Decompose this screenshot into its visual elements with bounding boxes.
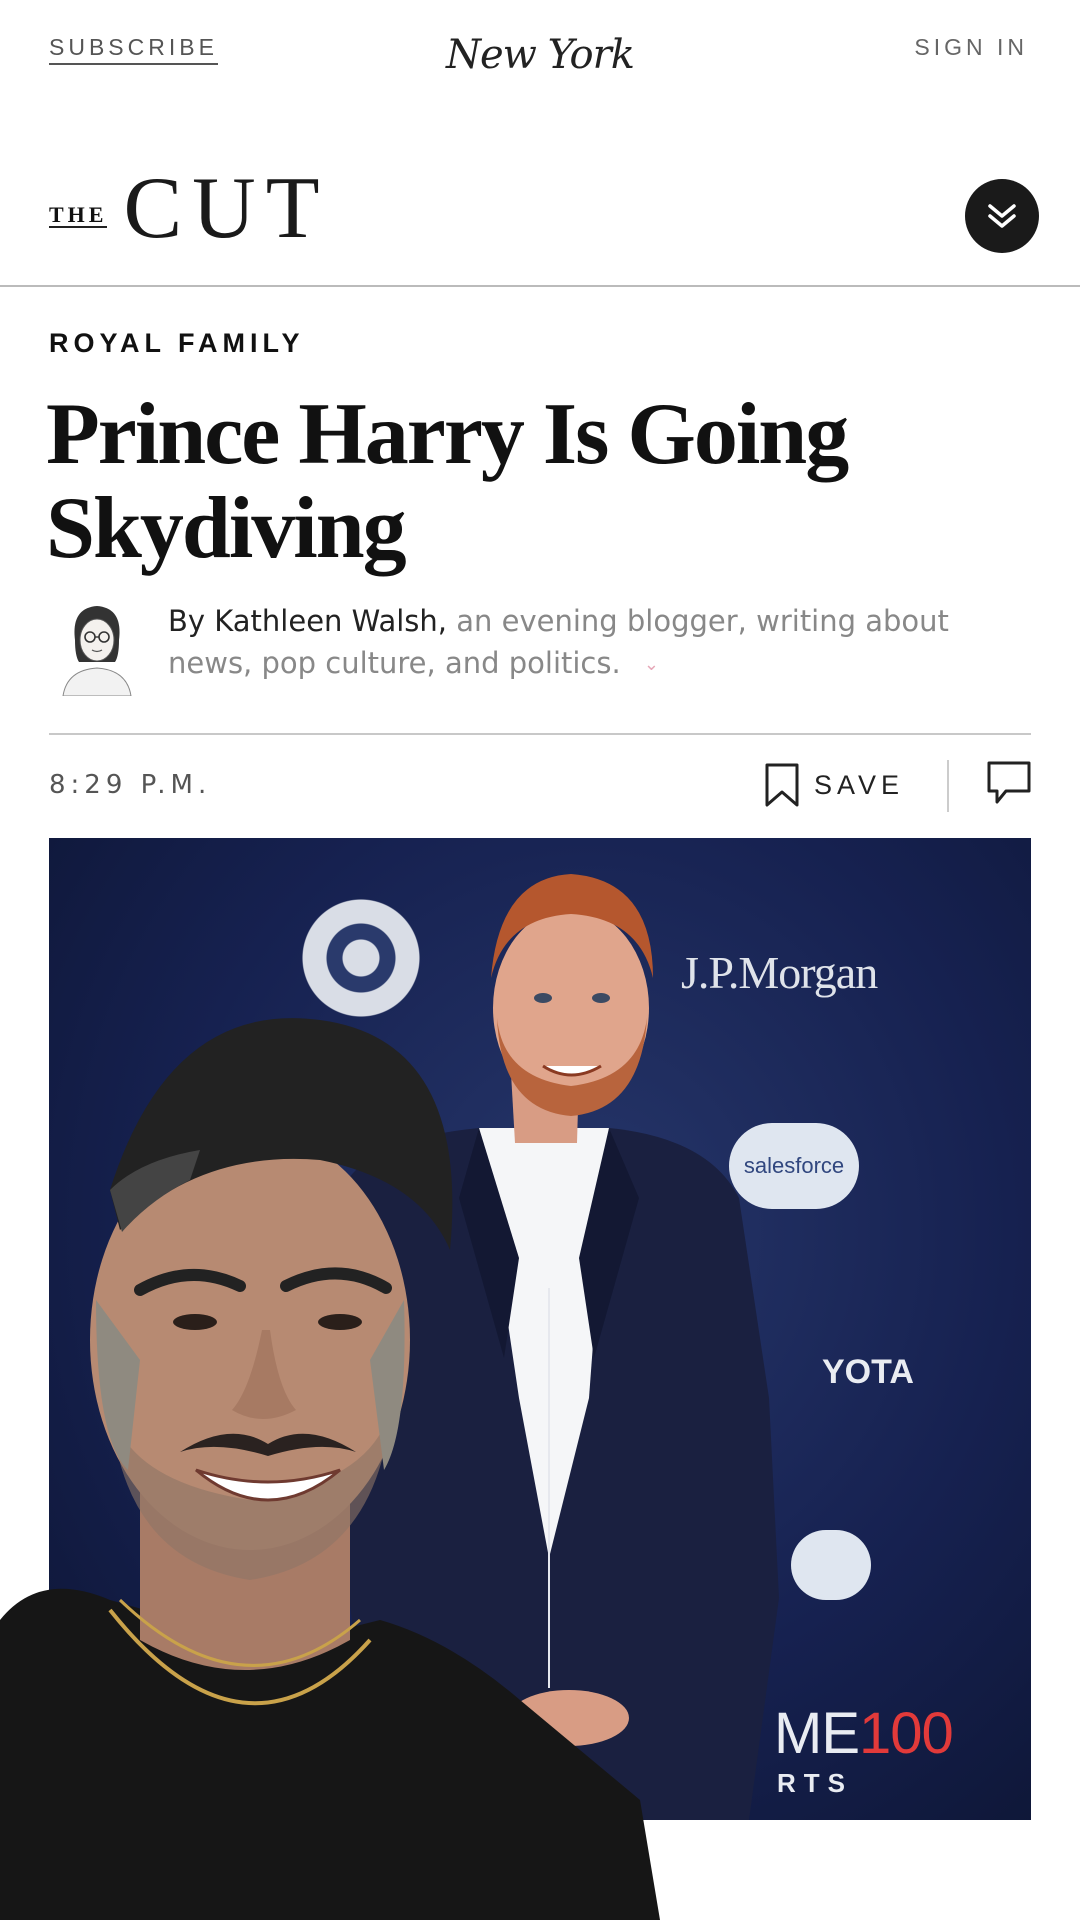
creator-overlay-photo: [0, 1018, 660, 1920]
section-header: THE CUT: [0, 165, 1080, 287]
author-name-link[interactable]: Kathleen Walsh,: [214, 604, 447, 638]
headline-line-2: Skydiving: [46, 480, 407, 577]
menu-button[interactable]: [965, 179, 1039, 253]
byline-by: By: [168, 604, 206, 638]
logo-the: THE: [49, 202, 108, 228]
logo-cut: CUT: [123, 160, 330, 257]
divider: [49, 733, 1031, 735]
save-button[interactable]: SAVE: [764, 762, 904, 808]
sign-in-link[interactable]: SIGN IN: [914, 34, 1028, 61]
new-york-logo[interactable]: New York: [420, 32, 660, 78]
byline-text: By Kathleen Walsh, an evening blogger, w…: [168, 600, 998, 686]
headline-line-1: Prince Harry Is Going: [46, 386, 849, 483]
meta-separator: [947, 760, 949, 812]
top-bar: SUBSCRIBE New York SIGN IN: [0, 0, 1080, 110]
comments-button[interactable]: [986, 760, 1032, 811]
byline: By Kathleen Walsh, an evening blogger, w…: [57, 600, 1037, 700]
article-headline: Prince Harry Is Going Skydiving: [46, 388, 946, 576]
comment-icon: [987, 761, 1031, 804]
chevron-down-icon[interactable]: ⌄: [644, 654, 659, 675]
bookmark-icon: [765, 763, 799, 807]
author-avatar[interactable]: [57, 600, 137, 696]
article-rubric[interactable]: ROYAL FAMILY: [49, 328, 305, 359]
double-chevron-down-icon: [988, 204, 1016, 228]
subscribe-link[interactable]: SUBSCRIBE: [49, 34, 218, 65]
timestamp: 8:29 P.M.: [49, 770, 212, 800]
save-label: SAVE: [814, 769, 905, 800]
article-meta-row: 8:29 P.M. SAVE: [0, 758, 1080, 818]
the-cut-logo[interactable]: THE CUT: [49, 165, 329, 253]
